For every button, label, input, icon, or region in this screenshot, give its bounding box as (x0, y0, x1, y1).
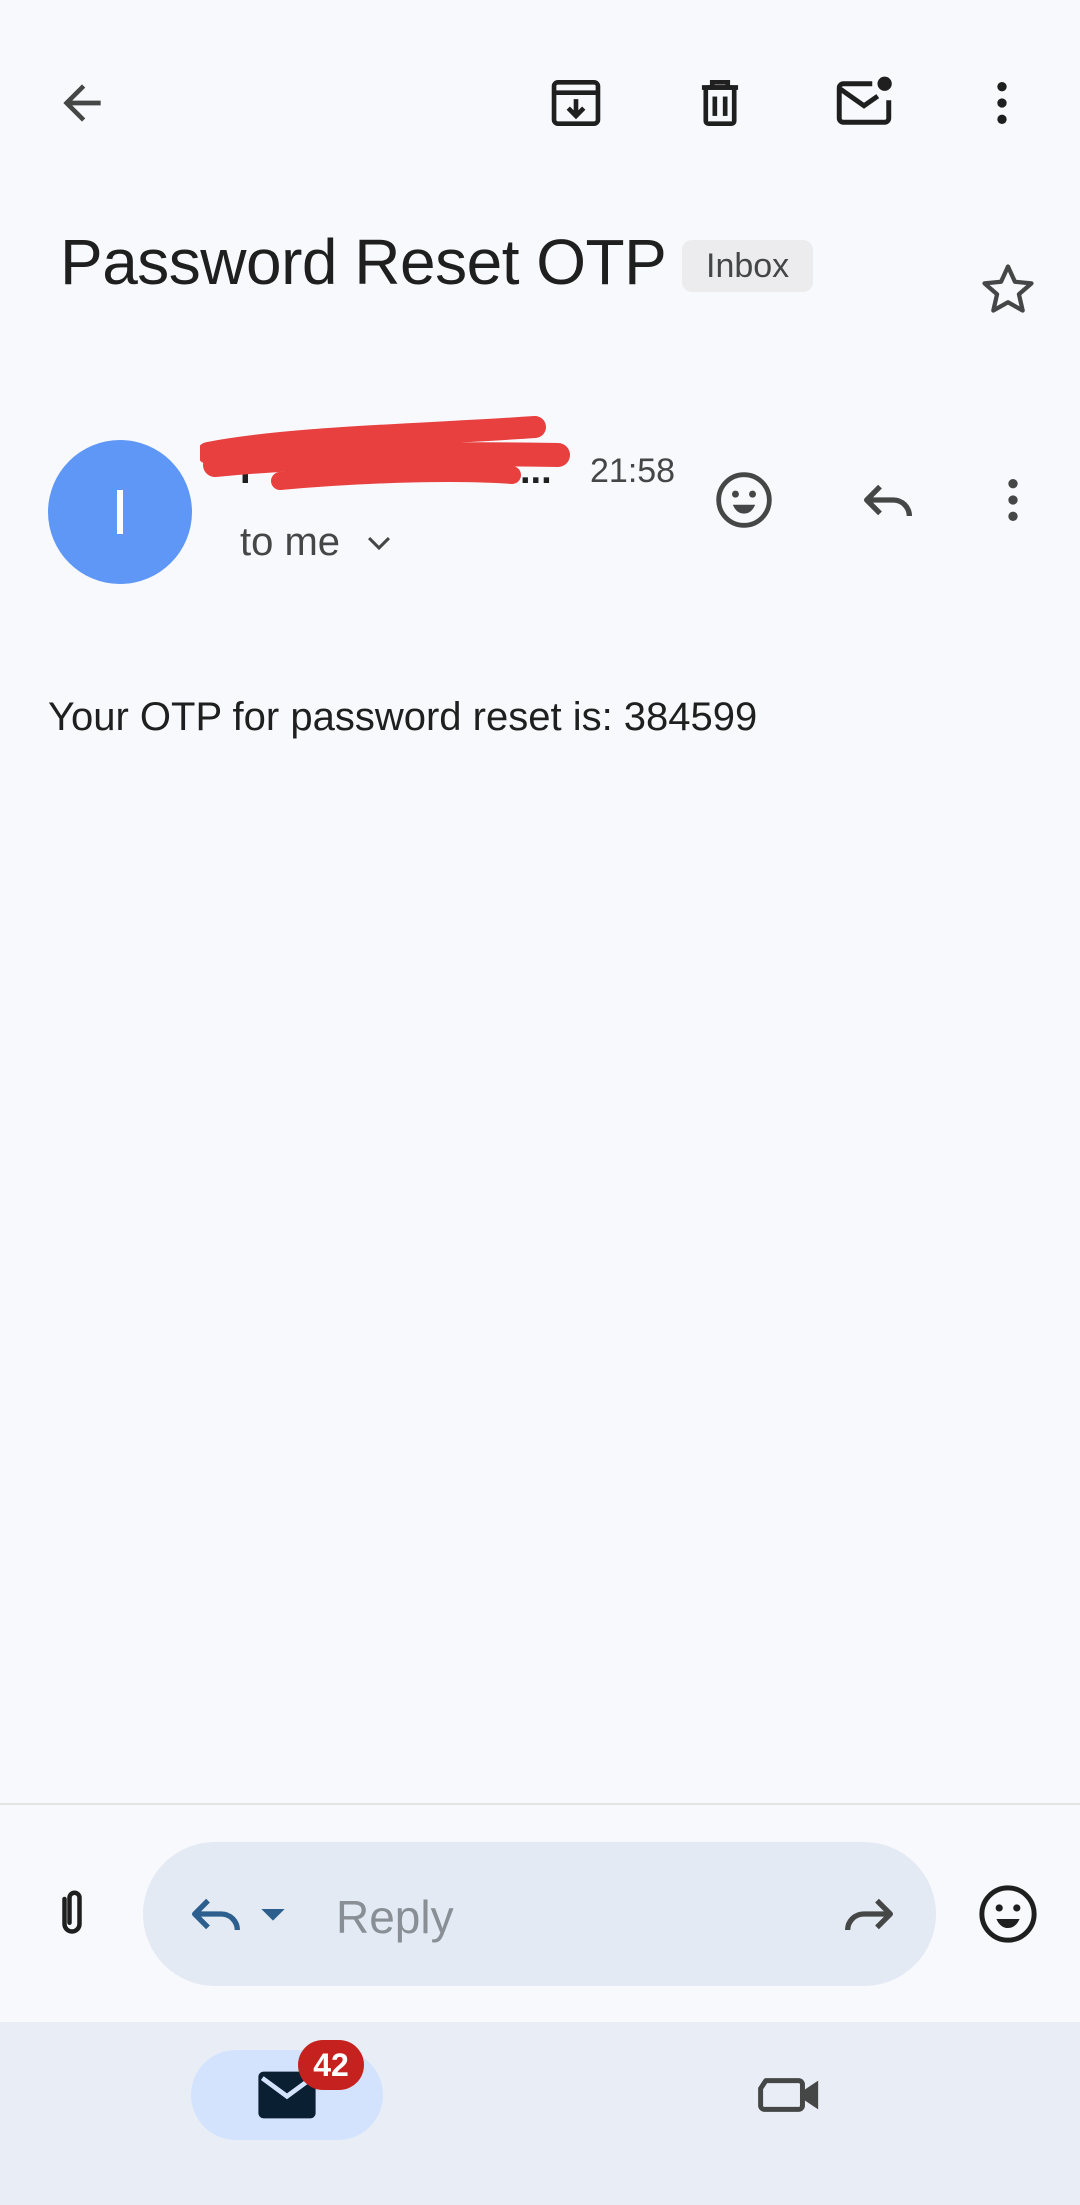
back-button[interactable] (37, 58, 127, 148)
forward-button[interactable] (824, 1869, 914, 1959)
emoji-icon (979, 1885, 1037, 1943)
paperclip-icon (62, 1890, 82, 1934)
email-view: Password Reset OTP Inbox I I ... 21:58 t… (0, 0, 1080, 2205)
more-vertical-icon (997, 82, 1007, 124)
inbox-label-chip[interactable]: Inbox (682, 240, 814, 292)
sender-name-ellipsis: ... (520, 450, 552, 492)
emoji-icon (716, 472, 772, 528)
nav-meet-tab[interactable] (747, 2050, 837, 2140)
more-vertical-icon (1008, 479, 1018, 521)
emoji-button[interactable] (963, 1869, 1053, 1959)
sender-avatar[interactable]: I (48, 440, 192, 584)
star-outline-icon (982, 264, 1034, 313)
star-button[interactable] (963, 245, 1053, 335)
mark-unread-button[interactable] (819, 58, 909, 148)
recipient-toggle[interactable]: to me (240, 520, 396, 565)
delete-button[interactable] (675, 58, 765, 148)
caret-down-icon (261, 1909, 285, 1921)
video-camera-icon (758, 2078, 819, 2112)
forward-icon (845, 1898, 893, 1931)
email-subject: Password Reset OTP (60, 226, 667, 298)
archive-button[interactable] (531, 58, 621, 148)
chevron-down-icon (368, 536, 391, 550)
redaction-scribble (200, 416, 570, 490)
unread-count-badge: 42 (298, 2040, 364, 2090)
archive-icon (551, 80, 601, 126)
reply-icon (864, 484, 912, 517)
more-options-button[interactable] (957, 58, 1047, 148)
bottom-navigation (0, 2022, 1080, 2205)
react-emoji-button[interactable] (699, 455, 789, 545)
reply-type-dropdown[interactable] (243, 1869, 303, 1959)
arrow-back-icon (63, 84, 101, 122)
email-time: 21:58 (590, 452, 676, 490)
reply-icon (192, 1898, 240, 1931)
email-body: Your OTP for password reset is: 384599 (48, 695, 758, 739)
reply-placeholder[interactable]: Reply (336, 1890, 454, 1944)
message-more-button[interactable] (968, 455, 1058, 545)
attach-button[interactable] (27, 1869, 117, 1959)
recipient-text: to me (240, 520, 341, 564)
trash-icon (701, 80, 739, 126)
reply-button[interactable] (843, 455, 933, 545)
reply-bar-divider (0, 1803, 1080, 1805)
mail-unread-icon (836, 76, 892, 125)
